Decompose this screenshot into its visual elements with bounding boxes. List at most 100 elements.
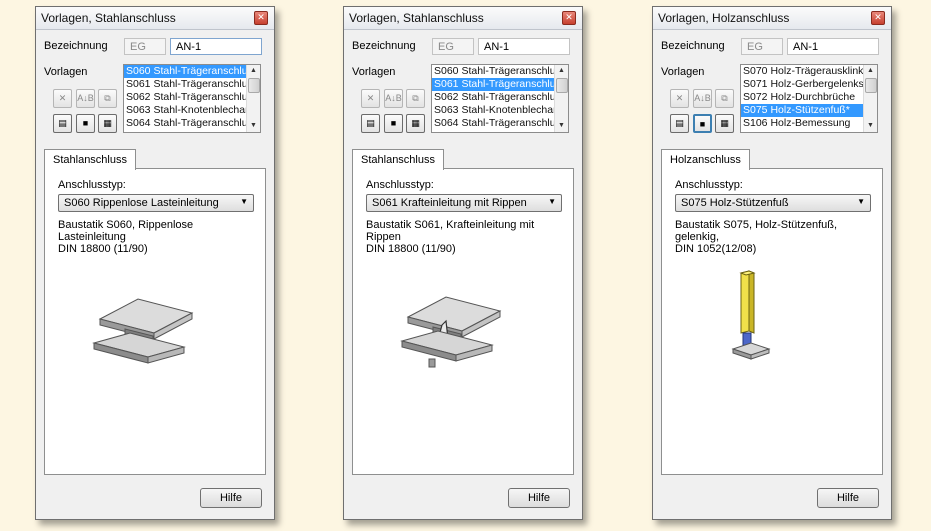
copy-icon[interactable]: ⧉ <box>406 89 425 108</box>
save-icon[interactable]: ■ <box>384 114 403 133</box>
help-button[interactable]: Hilfe <box>200 488 262 508</box>
anschlusstyp-select[interactable]: S060 Rippenlose Lasteinleitung ▼ <box>58 194 254 212</box>
save-as-icon[interactable]: ▦ <box>715 114 734 133</box>
list-scrollbar[interactable]: ▲ ▼ <box>554 65 568 132</box>
list-item[interactable]: S061 Stahl-Trägeranschluss <box>124 78 246 91</box>
copy-icon[interactable]: ⧉ <box>98 89 117 108</box>
copy-icon[interactable]: ⧉ <box>715 89 734 108</box>
description-line: DIN 18800 (11/90) <box>366 243 456 255</box>
title-bar: Vorlagen, Holzanschluss ✕ <box>653 7 891 30</box>
anschlusstyp-select[interactable]: S075 Holz-Stützenfuß ▼ <box>675 194 871 212</box>
close-icon[interactable]: ✕ <box>254 11 268 25</box>
chevron-down-icon: ▼ <box>240 197 248 206</box>
pos-open-icon[interactable]: ▤ <box>53 114 72 133</box>
list-item[interactable]: S071 Holz-Gerbergelenksys <box>741 78 863 91</box>
list-scrollbar[interactable]: ▲ ▼ <box>863 65 877 132</box>
delete-icon[interactable]: ✕ <box>670 89 689 108</box>
list-item[interactable]: S064 Stahl-Trägeranschluss <box>124 117 246 130</box>
name-field[interactable]: AN-1 <box>478 38 570 55</box>
window-title: Vorlagen, Stahlanschluss <box>349 11 484 25</box>
template-list[interactable]: S060 Stahl-Trägeranschluss S061 Stahl-Tr… <box>123 64 261 133</box>
template-list[interactable]: S060 Stahl-Trägeranschluss S061 Stahl-Tr… <box>431 64 569 133</box>
delete-icon[interactable]: ✕ <box>361 89 380 108</box>
list-item[interactable]: S075 Holz-Stützenfuß* <box>741 104 863 117</box>
scroll-thumb[interactable] <box>865 78 877 93</box>
list-item[interactable]: S070 Holz-Trägerausklinkur <box>741 65 863 78</box>
i-beam-with-stiffener-illustration <box>400 296 502 368</box>
save-icon[interactable]: ■ <box>693 114 712 133</box>
i-beam-illustration <box>92 298 194 364</box>
window-title: Vorlagen, Stahlanschluss <box>41 11 176 25</box>
description-line: Baustatik S061, Krafteinleitung mit Ripp… <box>366 219 535 243</box>
scroll-thumb[interactable] <box>248 78 260 93</box>
description-text: Baustatik S075, Holz-Stützenfuß, gelenki… <box>675 219 875 255</box>
bezeichnung-label: Bezeichnung <box>44 40 108 52</box>
list-scrollbar[interactable]: ▲ ▼ <box>246 65 260 132</box>
delete-icon[interactable]: ✕ <box>53 89 72 108</box>
rename-icon[interactable]: A↓B <box>693 89 712 108</box>
dialog-stahlanschluss-2: Vorlagen, Stahlanschluss ✕ Bezeichnung E… <box>343 6 583 520</box>
anschlusstyp-value: S075 Holz-Stützenfuß <box>681 197 789 209</box>
scroll-up-icon[interactable]: ▲ <box>864 65 877 77</box>
rename-icon[interactable]: A↓B <box>384 89 403 108</box>
floor-field: EG <box>124 38 166 55</box>
scroll-down-icon[interactable]: ▼ <box>247 120 260 132</box>
close-icon[interactable]: ✕ <box>562 11 576 25</box>
floor-field: EG <box>741 38 783 55</box>
vorlagen-label: Vorlagen <box>352 66 396 78</box>
tab-stahlanschluss[interactable]: Stahlanschluss <box>352 149 444 170</box>
save-as-icon[interactable]: ▦ <box>98 114 117 133</box>
description-line: DIN 1052(12/08) <box>675 243 757 255</box>
close-icon[interactable]: ✕ <box>871 11 885 25</box>
help-button[interactable]: Hilfe <box>817 488 879 508</box>
description-line: DIN 18800 (11/90) <box>58 243 148 255</box>
title-bar: Vorlagen, Stahlanschluss ✕ <box>344 7 582 30</box>
tab-stahlanschluss[interactable]: Stahlanschluss <box>44 149 136 170</box>
timber-column-base-illustration <box>731 270 771 360</box>
description-text: Baustatik S060, Rippenlose Lasteinleitun… <box>58 219 258 255</box>
save-icon[interactable]: ■ <box>76 114 95 133</box>
help-button[interactable]: Hilfe <box>508 488 570 508</box>
description-line: Baustatik S060, Rippenlose Lasteinleitun… <box>58 219 194 243</box>
name-field[interactable]: AN-1 <box>170 38 262 55</box>
bezeichnung-label: Bezeichnung <box>352 40 416 52</box>
list-item[interactable]: S061 Stahl-Trägeranschluss <box>432 78 554 91</box>
anschlusstyp-select[interactable]: S061 Krafteinleitung mit Rippen ▼ <box>366 194 562 212</box>
scroll-thumb[interactable] <box>556 78 568 93</box>
scroll-up-icon[interactable]: ▲ <box>555 65 568 77</box>
anschlusstyp-label: Anschlusstyp: <box>58 179 126 191</box>
anschlusstyp-value: S061 Krafteinleitung mit Rippen <box>372 197 527 209</box>
pos-open-icon[interactable]: ▤ <box>670 114 689 133</box>
dialog-holzanschluss: Vorlagen, Holzanschluss ✕ Bezeichnung EG… <box>652 6 892 520</box>
description-line: Baustatik S075, Holz-Stützenfuß, gelenki… <box>675 219 838 243</box>
anschlusstyp-label: Anschlusstyp: <box>675 179 743 191</box>
bezeichnung-label: Bezeichnung <box>661 40 725 52</box>
floor-field: EG <box>432 38 474 55</box>
title-bar: Vorlagen, Stahlanschluss ✕ <box>36 7 274 30</box>
list-item[interactable]: S072 Holz-Durchbrüche <box>741 91 863 104</box>
list-item[interactable]: S060 Stahl-Trägeranschluss <box>124 65 246 78</box>
list-item[interactable]: S063 Stahl-Knotenblechans <box>124 104 246 117</box>
anschlusstyp-label: Anschlusstyp: <box>366 179 434 191</box>
scroll-down-icon[interactable]: ▼ <box>864 120 877 132</box>
list-item[interactable]: S106 Holz-Bemessung <box>741 117 863 130</box>
window-title: Vorlagen, Holzanschluss <box>658 11 790 25</box>
template-list[interactable]: S070 Holz-Trägerausklinkur S071 Holz-Ger… <box>740 64 878 133</box>
list-item[interactable]: S063 Stahl-Knotenblechans <box>432 104 554 117</box>
scroll-up-icon[interactable]: ▲ <box>247 65 260 77</box>
list-item[interactable]: S060 Stahl-Trägeranschluss <box>432 65 554 78</box>
rename-icon[interactable]: A↓B <box>76 89 95 108</box>
description-text: Baustatik S061, Krafteinleitung mit Ripp… <box>366 219 566 255</box>
save-as-icon[interactable]: ▦ <box>406 114 425 133</box>
list-item[interactable]: S064 Stahl-Trägeranschluss <box>432 117 554 130</box>
list-item[interactable]: S062 Stahl-Trägeranschluss <box>432 91 554 104</box>
anschlusstyp-value: S060 Rippenlose Lasteinleitung <box>64 197 219 209</box>
pos-open-icon[interactable]: ▤ <box>361 114 380 133</box>
name-field[interactable]: AN-1 <box>787 38 879 55</box>
tab-holzanschluss[interactable]: Holzanschluss <box>661 149 750 170</box>
dialog-stahlanschluss-1: Vorlagen, Stahlanschluss ✕ Bezeichnung E… <box>35 6 275 520</box>
list-item[interactable]: S062 Stahl-Trägeranschluss <box>124 91 246 104</box>
vorlagen-label: Vorlagen <box>44 66 88 78</box>
scroll-down-icon[interactable]: ▼ <box>555 120 568 132</box>
chevron-down-icon: ▼ <box>548 197 556 206</box>
